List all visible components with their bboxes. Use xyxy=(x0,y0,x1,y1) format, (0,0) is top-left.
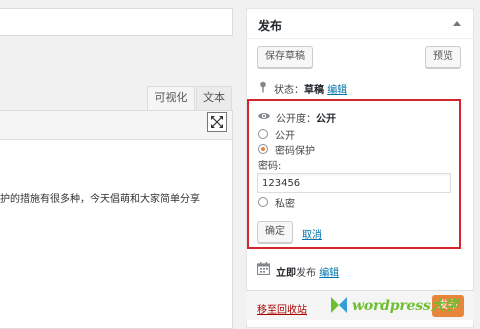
visibility-label: 公开度： xyxy=(276,114,316,125)
radio-private[interactable] xyxy=(258,197,268,207)
tab-visual[interactable]: 可视化 xyxy=(147,86,195,110)
option-public-label[interactable]: 公开 xyxy=(275,127,295,142)
wordpress-daxue-watermark: wordpress大学 xyxy=(330,294,458,316)
password-label: 密码: xyxy=(258,161,282,172)
editor-content-area[interactable] xyxy=(0,139,233,329)
visibility-value: 公开 xyxy=(316,114,336,125)
status-edit-link[interactable]: 编辑 xyxy=(327,85,347,96)
status-row: 状态：草稿 编辑 xyxy=(274,81,347,96)
cancel-link[interactable]: 取消 xyxy=(302,226,322,241)
watermark-text: wordpress大学 xyxy=(352,298,459,314)
fullscreen-button[interactable] xyxy=(207,112,227,132)
publish-box-title: 发布 xyxy=(258,19,283,33)
editor-toolbar xyxy=(0,110,233,140)
schedule-edit-link[interactable]: 编辑 xyxy=(319,268,339,279)
save-draft-button[interactable]: 保存草稿 xyxy=(257,46,313,68)
status-value: 草稿 xyxy=(304,85,324,96)
visibility-row: 公开度：公开 xyxy=(276,110,336,125)
radio-public[interactable] xyxy=(258,129,268,139)
calendar-icon xyxy=(257,262,270,275)
collapse-arrow-icon[interactable] xyxy=(453,21,461,26)
publish-box-header[interactable]: 发布 xyxy=(247,9,473,39)
watermark-logo-icon xyxy=(331,297,347,313)
pin-icon xyxy=(260,81,266,93)
editor-content-text: 护的措施有很多种，今天倡萌和大家简单分享 xyxy=(0,194,200,205)
ok-button[interactable]: 确定 xyxy=(257,221,293,243)
status-label: 状态： xyxy=(274,85,304,96)
option-private-label[interactable]: 私密 xyxy=(275,195,295,210)
schedule-suffix: 发布 xyxy=(296,268,316,279)
trash-link[interactable]: 移至回收站 xyxy=(257,301,307,316)
eye-icon xyxy=(258,113,270,119)
fullscreen-icon xyxy=(211,116,223,128)
schedule-prefix: 立即 xyxy=(276,268,296,279)
radio-password[interactable] xyxy=(258,144,268,154)
schedule-row: 立即发布 编辑 xyxy=(276,264,339,279)
tab-text[interactable]: 文本 xyxy=(196,86,232,110)
password-input[interactable] xyxy=(257,173,451,193)
option-password-label[interactable]: 密码保护 xyxy=(275,142,315,157)
preview-button[interactable]: 预览 xyxy=(425,46,461,68)
post-title-input[interactable] xyxy=(0,8,233,36)
